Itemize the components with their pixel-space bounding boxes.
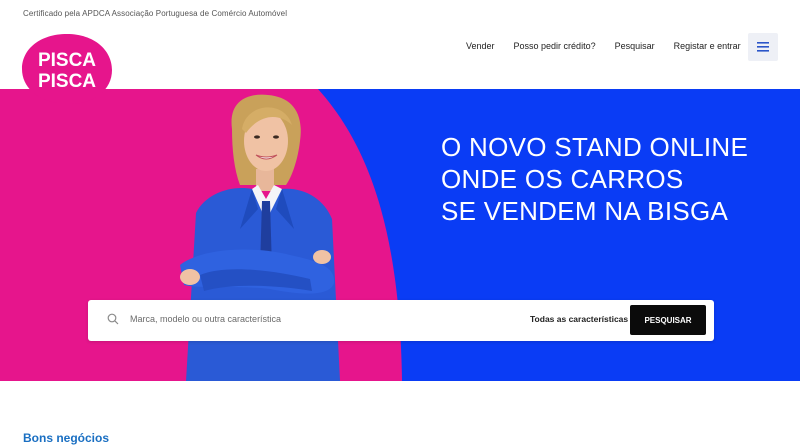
headline-line-3: SE VENDEM NA BISGA <box>441 196 729 226</box>
certification-text: Certificado pela APDCA Associação Portug… <box>23 9 288 18</box>
logo-line2: PISCA <box>38 71 96 92</box>
hamburger-icon <box>757 42 769 52</box>
nav-link-pesquisar[interactable]: Pesquisar <box>615 41 655 51</box>
headline-line-1: O NOVO STAND ONLINE <box>441 132 749 162</box>
pisca-pisca-logo[interactable]: PISCA PISCA <box>20 32 114 114</box>
hero-headline: O NOVO STAND ONLINE ONDE OS CARROS SE VE… <box>441 131 748 227</box>
nav-link-registar-entrar[interactable]: Registar e entrar <box>674 41 741 51</box>
logo-line1: PISCA <box>38 50 96 71</box>
search-button[interactable]: PESQUISAR <box>630 305 706 335</box>
nav-link-vender[interactable]: Vender <box>466 41 495 51</box>
search-input[interactable] <box>130 311 450 327</box>
menu-button[interactable] <box>748 33 778 61</box>
all-features-link[interactable]: Todas as características <box>530 314 628 324</box>
headline-line-2: ONDE OS CARROS <box>441 164 684 194</box>
search-icon <box>107 313 119 325</box>
main-nav: Vender Posso pedir crédito? Pesquisar Re… <box>466 41 760 51</box>
logo-speech-bubble: PISCA PISCA <box>22 34 112 112</box>
nav-link-credito[interactable]: Posso pedir crédito? <box>514 41 596 51</box>
deals-section-title: Bons negócios <box>23 431 110 445</box>
